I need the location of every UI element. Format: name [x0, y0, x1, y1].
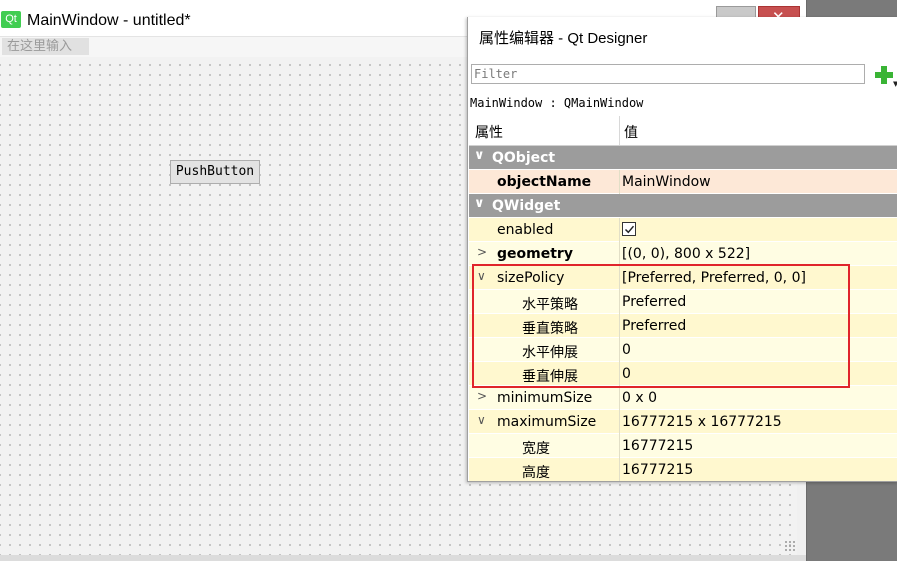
group-row-qobject[interactable]: ∨ QObject [469, 146, 897, 170]
property-editor-panel: 属性编辑器 - Qt Designer ▼ MainWindow : QMain… [467, 17, 897, 482]
property-row-geometry[interactable]: > geometry [(0, 0), 800 x 522] [469, 242, 897, 266]
property-name: 水平伸展 [522, 345, 578, 361]
property-name: enabled [497, 222, 554, 238]
property-value[interactable]: MainWindow [622, 174, 711, 190]
property-value[interactable]: 16777215 [622, 462, 693, 478]
property-name: geometry [497, 246, 573, 262]
property-value[interactable]: 16777215 [622, 438, 693, 454]
chevron-down-icon[interactable]: ∨ [474, 148, 485, 163]
checkbox-checked-icon [624, 225, 635, 234]
property-row-horizontal-policy[interactable]: 水平策略 Preferred [469, 290, 897, 314]
group-row-qwidget[interactable]: ∨ QWidget [469, 194, 897, 218]
property-row-width[interactable]: 宽度 16777215 [469, 434, 897, 458]
enabled-checkbox[interactable] [622, 222, 636, 236]
property-row-maximumsize[interactable]: ∨ maximumSize 16777215 x 16777215 [469, 410, 897, 434]
property-value[interactable]: 0 x 0 [622, 390, 657, 406]
property-row-height[interactable]: 高度 16777215 [469, 458, 897, 481]
property-name: 垂直策略 [522, 321, 578, 337]
property-name: minimumSize [497, 390, 593, 406]
object-class-label: MainWindow : QMainWindow [470, 96, 644, 110]
dropdown-arrow-icon: ▼ [893, 80, 897, 88]
property-row-sizepolicy[interactable]: ∨ sizePolicy [Preferred, Preferred, 0, 0… [469, 266, 897, 290]
chevron-down-icon[interactable]: ∨ [474, 196, 485, 211]
filter-input[interactable] [471, 64, 865, 84]
property-value[interactable]: 0 [622, 366, 631, 382]
property-table: 属性 值 ∨ QObject objectName MainWindow ∨ Q… [469, 116, 897, 481]
property-row-objectname[interactable]: objectName MainWindow [469, 170, 897, 194]
menu-type-here-item[interactable]: 在这里输入 [2, 38, 89, 55]
property-value[interactable]: [Preferred, Preferred, 0, 0] [622, 270, 806, 286]
qt-logo-icon: Qt [1, 11, 21, 28]
property-name: maximumSize [497, 414, 597, 430]
chevron-right-icon[interactable]: > [477, 245, 487, 259]
group-name: QObject [492, 150, 556, 166]
property-name: 宽度 [522, 441, 550, 457]
property-name: objectName [497, 174, 592, 190]
property-column-header[interactable]: 属性 [475, 122, 503, 142]
property-table-header: 属性 值 [469, 116, 897, 146]
value-column-header[interactable]: 值 [624, 122, 638, 142]
push-button[interactable]: PushButton [170, 160, 260, 184]
property-name: 高度 [522, 465, 550, 481]
chevron-down-icon[interactable]: ∨ [477, 413, 486, 427]
main-window-title: MainWindow - untitled* [27, 12, 191, 29]
property-value[interactable]: [(0, 0), 800 x 522] [622, 246, 750, 262]
group-name: QWidget [492, 198, 561, 214]
size-grip-icon[interactable] [784, 540, 796, 552]
property-row-horizontal-stretch[interactable]: 水平伸展 0 [469, 338, 897, 362]
property-editor-title: 属性编辑器 - Qt Designer [479, 30, 648, 47]
property-name: sizePolicy [497, 270, 565, 286]
property-value[interactable]: 16777215 x 16777215 [622, 414, 782, 430]
chevron-down-icon[interactable]: ∨ [477, 269, 486, 283]
property-name: 垂直伸展 [522, 369, 578, 385]
property-row-vertical-policy[interactable]: 垂直策略 Preferred [469, 314, 897, 338]
property-row-vertical-stretch[interactable]: 垂直伸展 0 [469, 362, 897, 386]
property-value[interactable]: Preferred [622, 294, 686, 310]
main-window-bottom-edge [0, 555, 806, 561]
property-name: 水平策略 [522, 297, 578, 313]
property-value[interactable]: 0 [622, 342, 631, 358]
chevron-right-icon[interactable]: > [477, 389, 487, 403]
property-value[interactable]: Preferred [622, 318, 686, 334]
property-row-enabled[interactable]: enabled [469, 218, 897, 242]
property-row-minimumsize[interactable]: > minimumSize 0 x 0 [469, 386, 897, 410]
add-property-button[interactable]: ▼ [873, 63, 897, 88]
